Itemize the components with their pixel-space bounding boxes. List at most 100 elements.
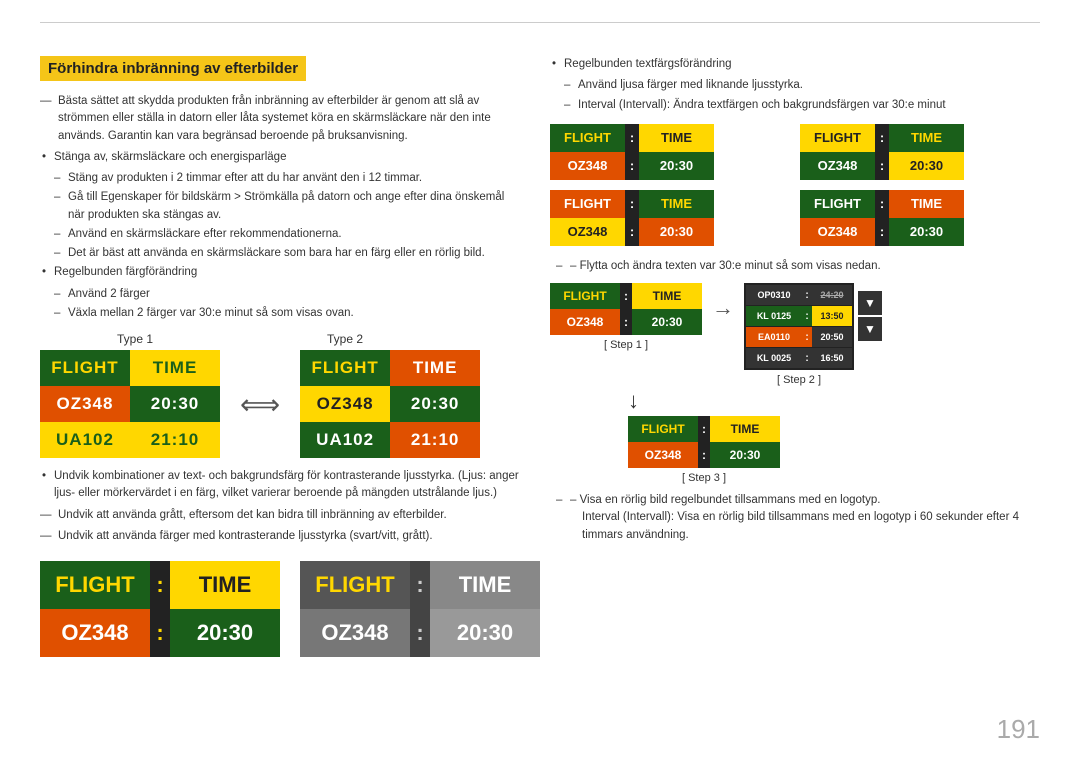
s1-2030: 20:30 xyxy=(632,309,702,335)
mb4-time: TIME xyxy=(889,190,964,218)
type2-2030-cell: 20:30 xyxy=(390,386,480,422)
dark-flight-cell: FLIGHT xyxy=(40,561,150,609)
mb2-colon: : xyxy=(875,124,889,152)
type1-data-row1: OZ348 20:30 xyxy=(40,386,220,422)
type1-data-row2: UA102 21:10 xyxy=(40,422,220,458)
right-sub4: – Visa en rörlig bild regelbundet tillsa… xyxy=(550,492,1040,509)
step1-header: FLIGHT : TIME xyxy=(550,283,702,309)
right-sub5: Interval (Intervall): Visa en rörlig bil… xyxy=(550,509,1040,544)
step2-section: OP0310 : 24:20 KL 0125 : 13:50 xyxy=(744,283,854,386)
sr1-colon: : xyxy=(802,285,812,305)
mb4-col: : xyxy=(875,218,889,246)
step-note: – Flytta och ändra texten var 30:e minut… xyxy=(550,258,1040,275)
scroll-row-2: KL 0125 : 13:50 xyxy=(746,306,852,326)
sr2-code: KL 0125 xyxy=(746,306,802,326)
type1-ua-cell: UA102 xyxy=(40,422,130,458)
type1-label: Type 1 xyxy=(40,332,230,346)
mb1-time: TIME xyxy=(639,124,714,152)
mb4-oz: OZ348 xyxy=(800,218,875,246)
s3-flight: FLIGHT xyxy=(628,416,698,442)
avoid-item-1: Undvik kombinationer av text- och bakgru… xyxy=(40,468,520,503)
mb2-data: OZ348 : 20:30 xyxy=(800,152,1040,180)
right-sub-list: Använd ljusa färger med liknande ljussty… xyxy=(550,77,1040,114)
step1-to-step2-arrow: → xyxy=(712,295,734,321)
mb1-col: : xyxy=(625,152,639,180)
sr1-code: OP0310 xyxy=(746,285,802,305)
avoid-grey-text: Undvik att använda grått, eftersom det k… xyxy=(40,507,520,524)
mb1-oz: OZ348 xyxy=(550,152,625,180)
grey-colon-cell: : xyxy=(410,561,430,609)
step3-section: FLIGHT : TIME OZ348 : 20:30 [ Step 3 ] xyxy=(628,416,780,484)
mb1-header: FLIGHT : TIME xyxy=(550,124,790,152)
type2-ua-cell: UA102 xyxy=(300,422,390,458)
type1-board: FLIGHT TIME OZ348 20:30 UA102 21:10 xyxy=(40,350,220,458)
sr4-colon: : xyxy=(802,348,812,368)
type1-2030-cell: 20:30 xyxy=(130,386,220,422)
right-column: Regelbunden textfärgsförändring Använd l… xyxy=(550,56,1040,657)
s1-colon: : xyxy=(620,283,632,309)
s3-2030: 20:30 xyxy=(710,442,780,468)
mini-board-2: FLIGHT : TIME OZ348 : 20:30 xyxy=(800,124,1040,180)
mb2-oz: OZ348 xyxy=(800,152,875,180)
sr4-time: 16:50 xyxy=(812,348,852,368)
s1-flight: FLIGHT xyxy=(550,283,620,309)
type1-flight-cell: FLIGHT xyxy=(40,350,130,386)
scroll-row-4: KL 0025 : 16:50 xyxy=(746,348,852,368)
grey-flight-cell: FLIGHT xyxy=(300,561,410,609)
down-arrow-1 xyxy=(858,291,882,315)
avoid-contrast-text: Undvik att använda färger med kontraster… xyxy=(40,528,520,545)
mb3-data: OZ348 : 20:30 xyxy=(550,218,790,246)
type2-oz-cell: OZ348 xyxy=(300,386,390,422)
mini-board-4: FLIGHT : TIME OZ348 : 20:30 xyxy=(800,190,1040,246)
grey-board-header: FLIGHT : TIME xyxy=(300,561,540,609)
step2-scroll-board: OP0310 : 24:20 KL 0125 : 13:50 xyxy=(744,283,854,370)
right-text-section: Regelbunden textfärgsförändring Använd l… xyxy=(550,56,1040,114)
sub-item-1b: Gå till Egenskaper för bildskärm > Ström… xyxy=(54,189,520,224)
dark-time-cell: TIME xyxy=(170,561,280,609)
type-labels-row: Type 1 Type 2 xyxy=(40,332,520,346)
type-area: Type 1 Type 2 FLIGHT TIME OZ348 20:30 xyxy=(40,332,520,458)
mb4-colon: : xyxy=(875,190,889,218)
mb2-2030: 20:30 xyxy=(889,152,964,180)
dark-2030-cell: 20:30 xyxy=(170,609,280,657)
type2-header: FLIGHT TIME xyxy=(300,350,480,386)
mb4-2030: 20:30 xyxy=(889,218,964,246)
step3-board: FLIGHT : TIME OZ348 : 20:30 xyxy=(628,416,780,468)
sub-item-1a: Stäng av produkten i 2 timmar efter att … xyxy=(54,170,520,187)
dark-oz-cell: OZ348 xyxy=(40,609,150,657)
right-sub-1: Använd ljusa färger med liknande ljussty… xyxy=(564,77,1040,94)
step1-data: OZ348 : 20:30 xyxy=(550,309,702,335)
grey-2030-cell: 20:30 xyxy=(430,609,540,657)
sr3-code: EA0110 xyxy=(746,327,802,347)
sr2-time: 13:50 xyxy=(812,306,852,326)
page-container: Förhindra inbränning av efterbilder Bäst… xyxy=(0,0,1080,763)
s1-time: TIME xyxy=(632,283,702,309)
mb3-flight: FLIGHT xyxy=(550,190,625,218)
dark-board: FLIGHT : TIME OZ348 : 20:30 xyxy=(40,561,280,657)
mb4-flight: FLIGHT xyxy=(800,190,875,218)
sr2-colon: : xyxy=(802,306,812,326)
s1-oz: OZ348 xyxy=(550,309,620,335)
dark-colon-cell: : xyxy=(150,561,170,609)
right-bullet-list: Regelbunden textfärgsförändring Använd l… xyxy=(550,56,1040,114)
section-title: Förhindra inbränning av efterbilder xyxy=(40,56,306,81)
step1-label: [ Step 1 ] xyxy=(604,339,648,351)
type1-header: FLIGHT TIME xyxy=(40,350,220,386)
bottom-boards: FLIGHT : TIME OZ348 : 20:30 FLIGHT : xyxy=(40,561,520,657)
s3-colon: : xyxy=(698,416,710,442)
grey-colon2-cell: : xyxy=(410,609,430,657)
mb2-col: : xyxy=(875,152,889,180)
mb3-col: : xyxy=(625,218,639,246)
type2-data-row2: UA102 21:10 xyxy=(300,422,480,458)
left-column: Förhindra inbränning av efterbilder Bäst… xyxy=(40,56,520,657)
sr1-time: 24:20 xyxy=(812,285,852,305)
mb1-flight: FLIGHT xyxy=(550,124,625,152)
grey-time-cell: TIME xyxy=(430,561,540,609)
sr3-time: 20:50 xyxy=(812,327,852,347)
sr3-colon: : xyxy=(802,327,812,347)
mb2-header: FLIGHT : TIME xyxy=(800,124,1040,152)
mb2-flight: FLIGHT xyxy=(800,124,875,152)
grey-oz-cell: OZ348 xyxy=(300,609,410,657)
right-sub-2: Interval (Intervall): Ändra textfärgen o… xyxy=(564,97,1040,114)
type2-time-cell: TIME xyxy=(390,350,480,386)
